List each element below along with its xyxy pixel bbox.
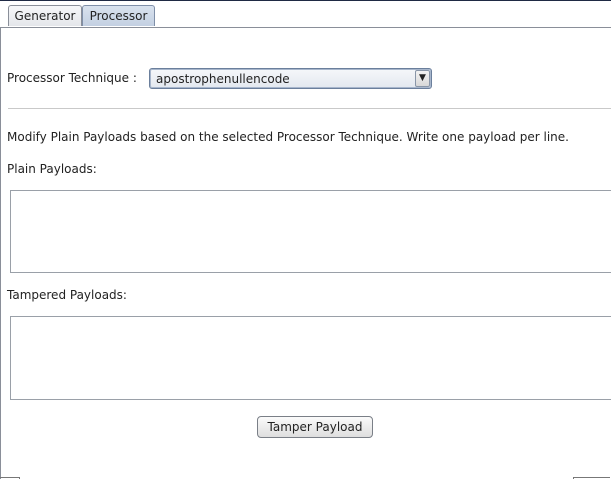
tamper-payload-button[interactable]: Tamper Payload (257, 416, 373, 438)
tab-generator[interactable]: Generator (8, 5, 82, 26)
section-divider (8, 108, 611, 109)
tampered-payloads-textarea[interactable] (10, 316, 611, 400)
processor-technique-label: Processor Technique : (7, 71, 137, 85)
plain-payloads-label: Plain Payloads: (7, 162, 97, 176)
plain-payloads-textarea[interactable] (10, 190, 611, 273)
chevron-down-icon[interactable]: ▼ (415, 70, 430, 87)
processor-panel: Processor Technique : apostrophenullenco… (0, 27, 611, 479)
processor-window: Generator Processor Processor Technique … (0, 0, 611, 479)
instructions-text: Modify Plain Payloads based on the selec… (7, 130, 569, 144)
processor-technique-dropdown[interactable]: apostrophenullencode ▼ (149, 68, 432, 89)
tampered-payloads-label: Tampered Payloads: (7, 288, 127, 302)
processor-technique-value: apostrophenullencode (156, 72, 290, 86)
tab-processor[interactable]: Processor (82, 5, 155, 26)
tab-strip: Generator Processor (0, 1, 611, 27)
